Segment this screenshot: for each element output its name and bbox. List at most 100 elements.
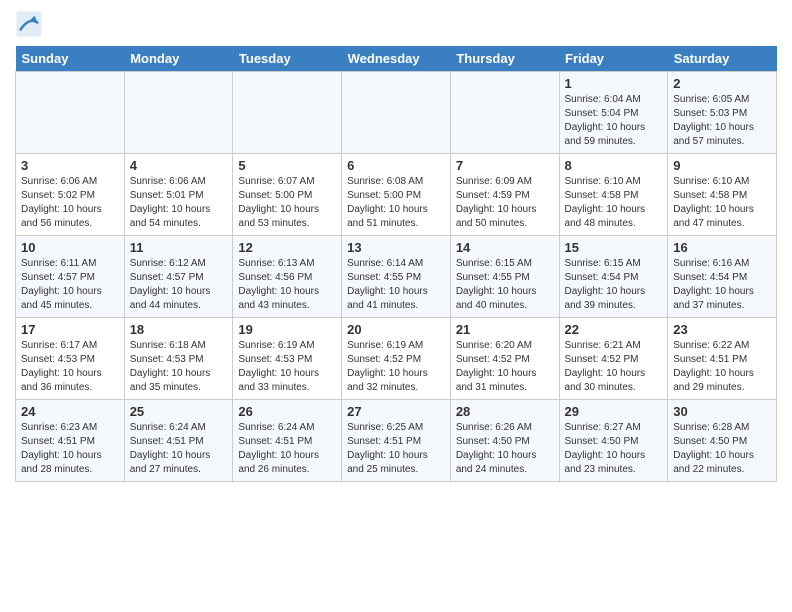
- calendar-cell: [16, 72, 125, 154]
- day-number: 27: [347, 404, 445, 419]
- day-info: Sunrise: 6:24 AM Sunset: 4:51 PM Dayligh…: [238, 421, 336, 477]
- calendar-cell: 10Sunrise: 6:11 AM Sunset: 4:57 PM Dayli…: [16, 236, 125, 318]
- day-info: Sunrise: 6:19 AM Sunset: 4:53 PM Dayligh…: [238, 339, 336, 395]
- calendar-cell: 7 Sunrise: 6:09 AM Sunset: 4:59 PM Daylig…: [450, 154, 559, 236]
- weekday-header-monday: Monday: [124, 46, 233, 72]
- calendar-week-row: 17 Sunrise: 6:17 AM Sunset: 4:53 PM Dayli…: [16, 318, 777, 400]
- calendar-week-row: 10Sunrise: 6:11 AM Sunset: 4:57 PM Dayli…: [16, 236, 777, 318]
- day-number: 6: [347, 158, 445, 173]
- day-info: Sunrise: 6:10 AM Sunset: 4:58 PM Dayligh…: [673, 175, 771, 231]
- day-info: Sunrise: 6:18 AM Sunset: 4:53 PM Dayligh…: [130, 339, 228, 395]
- day-number: 18: [130, 322, 228, 337]
- calendar-cell: 30 Sunrise: 6:28 AM Sunset: 4:50 PM Dayli…: [668, 400, 777, 482]
- day-info: Sunrise: 6:20 AM Sunset: 4:52 PM Dayligh…: [456, 339, 554, 395]
- day-number: 17: [21, 322, 119, 337]
- calendar-cell: 6 Sunrise: 6:08 AM Sunset: 5:00 PM Daylig…: [342, 154, 451, 236]
- weekday-header-friday: Friday: [559, 46, 668, 72]
- calendar-cell: 20 Sunrise: 6:19 AM Sunset: 4:52 PM Dayli…: [342, 318, 451, 400]
- weekday-header-sunday: Sunday: [16, 46, 125, 72]
- day-number: 22: [565, 322, 663, 337]
- day-number: 2: [673, 76, 771, 91]
- day-info: Sunrise: 6:17 AM Sunset: 4:53 PM Dayligh…: [21, 339, 119, 395]
- calendar-table: SundayMondayTuesdayWednesdayThursdayFrid…: [15, 46, 777, 482]
- day-info: Sunrise: 6:16 AM Sunset: 4:54 PM Dayligh…: [673, 257, 771, 313]
- day-number: 14: [456, 240, 554, 255]
- day-info: Sunrise: 6:15 AM Sunset: 4:55 PM Dayligh…: [456, 257, 554, 313]
- calendar-cell: 24Sunrise: 6:23 AM Sunset: 4:51 PM Dayli…: [16, 400, 125, 482]
- weekday-header-tuesday: Tuesday: [233, 46, 342, 72]
- calendar-cell: 18 Sunrise: 6:18 AM Sunset: 4:53 PM Dayli…: [124, 318, 233, 400]
- calendar-week-row: 3 Sunrise: 6:06 AM Sunset: 5:02 PM Daylig…: [16, 154, 777, 236]
- day-number: 7: [456, 158, 554, 173]
- day-info: Sunrise: 6:07 AM Sunset: 5:00 PM Dayligh…: [238, 175, 336, 231]
- day-number: 16: [673, 240, 771, 255]
- day-number: 11: [130, 240, 228, 255]
- logo-icon: [15, 10, 43, 38]
- day-info: Sunrise: 6:28 AM Sunset: 4:50 PM Dayligh…: [673, 421, 771, 477]
- day-number: 8: [565, 158, 663, 173]
- day-number: 25: [130, 404, 228, 419]
- calendar-week-row: 24Sunrise: 6:23 AM Sunset: 4:51 PM Dayli…: [16, 400, 777, 482]
- day-info: Sunrise: 6:11 AM Sunset: 4:57 PM Dayligh…: [21, 257, 119, 313]
- calendar-cell: 25 Sunrise: 6:24 AM Sunset: 4:51 PM Dayli…: [124, 400, 233, 482]
- logo: [15, 10, 47, 38]
- calendar-cell: [124, 72, 233, 154]
- day-number: 23: [673, 322, 771, 337]
- day-number: 13: [347, 240, 445, 255]
- calendar-cell: 5Sunrise: 6:07 AM Sunset: 5:00 PM Daylig…: [233, 154, 342, 236]
- day-info: Sunrise: 6:27 AM Sunset: 4:50 PM Dayligh…: [565, 421, 663, 477]
- page-header: [15, 10, 777, 38]
- day-info: Sunrise: 6:25 AM Sunset: 4:51 PM Dayligh…: [347, 421, 445, 477]
- calendar-cell: [450, 72, 559, 154]
- weekday-header-wednesday: Wednesday: [342, 46, 451, 72]
- day-number: 20: [347, 322, 445, 337]
- day-number: 30: [673, 404, 771, 419]
- day-info: Sunrise: 6:21 AM Sunset: 4:52 PM Dayligh…: [565, 339, 663, 395]
- day-info: Sunrise: 6:08 AM Sunset: 5:00 PM Dayligh…: [347, 175, 445, 231]
- day-number: 29: [565, 404, 663, 419]
- calendar-cell: 21 Sunrise: 6:20 AM Sunset: 4:52 PM Dayli…: [450, 318, 559, 400]
- weekday-header-thursday: Thursday: [450, 46, 559, 72]
- calendar-cell: 19 Sunrise: 6:19 AM Sunset: 4:53 PM Dayli…: [233, 318, 342, 400]
- calendar-cell: 8 Sunrise: 6:10 AM Sunset: 4:58 PM Daylig…: [559, 154, 668, 236]
- day-info: Sunrise: 6:22 AM Sunset: 4:51 PM Dayligh…: [673, 339, 771, 395]
- day-info: Sunrise: 6:04 AM Sunset: 5:04 PM Dayligh…: [565, 93, 663, 149]
- day-info: Sunrise: 6:06 AM Sunset: 5:01 PM Dayligh…: [130, 175, 228, 231]
- calendar-cell: 3 Sunrise: 6:06 AM Sunset: 5:02 PM Daylig…: [16, 154, 125, 236]
- page-container: SundayMondayTuesdayWednesdayThursdayFrid…: [0, 0, 792, 492]
- calendar-cell: 28 Sunrise: 6:26 AM Sunset: 4:50 PM Dayli…: [450, 400, 559, 482]
- calendar-cell: 1 Sunrise: 6:04 AM Sunset: 5:04 PM Daylig…: [559, 72, 668, 154]
- calendar-cell: 11 Sunrise: 6:12 AM Sunset: 4:57 PM Dayli…: [124, 236, 233, 318]
- calendar-cell: 12Sunrise: 6:13 AM Sunset: 4:56 PM Dayli…: [233, 236, 342, 318]
- day-info: Sunrise: 6:05 AM Sunset: 5:03 PM Dayligh…: [673, 93, 771, 149]
- day-info: Sunrise: 6:24 AM Sunset: 4:51 PM Dayligh…: [130, 421, 228, 477]
- day-info: Sunrise: 6:23 AM Sunset: 4:51 PM Dayligh…: [21, 421, 119, 477]
- day-info: Sunrise: 6:26 AM Sunset: 4:50 PM Dayligh…: [456, 421, 554, 477]
- calendar-cell: [233, 72, 342, 154]
- calendar-cell: [342, 72, 451, 154]
- day-number: 15: [565, 240, 663, 255]
- day-number: 9: [673, 158, 771, 173]
- day-number: 3: [21, 158, 119, 173]
- calendar-cell: 16 Sunrise: 6:16 AM Sunset: 4:54 PM Dayli…: [668, 236, 777, 318]
- day-number: 26: [238, 404, 336, 419]
- day-info: Sunrise: 6:12 AM Sunset: 4:57 PM Dayligh…: [130, 257, 228, 313]
- day-info: Sunrise: 6:19 AM Sunset: 4:52 PM Dayligh…: [347, 339, 445, 395]
- calendar-header-row: SundayMondayTuesdayWednesdayThursdayFrid…: [16, 46, 777, 72]
- day-info: Sunrise: 6:06 AM Sunset: 5:02 PM Dayligh…: [21, 175, 119, 231]
- calendar-cell: 22 Sunrise: 6:21 AM Sunset: 4:52 PM Dayli…: [559, 318, 668, 400]
- day-info: Sunrise: 6:09 AM Sunset: 4:59 PM Dayligh…: [456, 175, 554, 231]
- calendar-cell: 29 Sunrise: 6:27 AM Sunset: 4:50 PM Dayli…: [559, 400, 668, 482]
- day-number: 19: [238, 322, 336, 337]
- calendar-cell: 13Sunrise: 6:14 AM Sunset: 4:55 PM Dayli…: [342, 236, 451, 318]
- calendar-cell: 23 Sunrise: 6:22 AM Sunset: 4:51 PM Dayli…: [668, 318, 777, 400]
- day-number: 1: [565, 76, 663, 91]
- day-info: Sunrise: 6:10 AM Sunset: 4:58 PM Dayligh…: [565, 175, 663, 231]
- day-number: 4: [130, 158, 228, 173]
- calendar-cell: 27 Sunrise: 6:25 AM Sunset: 4:51 PM Dayli…: [342, 400, 451, 482]
- calendar-cell: 26 Sunrise: 6:24 AM Sunset: 4:51 PM Dayli…: [233, 400, 342, 482]
- calendar-cell: 15Sunrise: 6:15 AM Sunset: 4:54 PM Dayli…: [559, 236, 668, 318]
- day-number: 21: [456, 322, 554, 337]
- calendar-cell: 14 Sunrise: 6:15 AM Sunset: 4:55 PM Dayli…: [450, 236, 559, 318]
- day-number: 28: [456, 404, 554, 419]
